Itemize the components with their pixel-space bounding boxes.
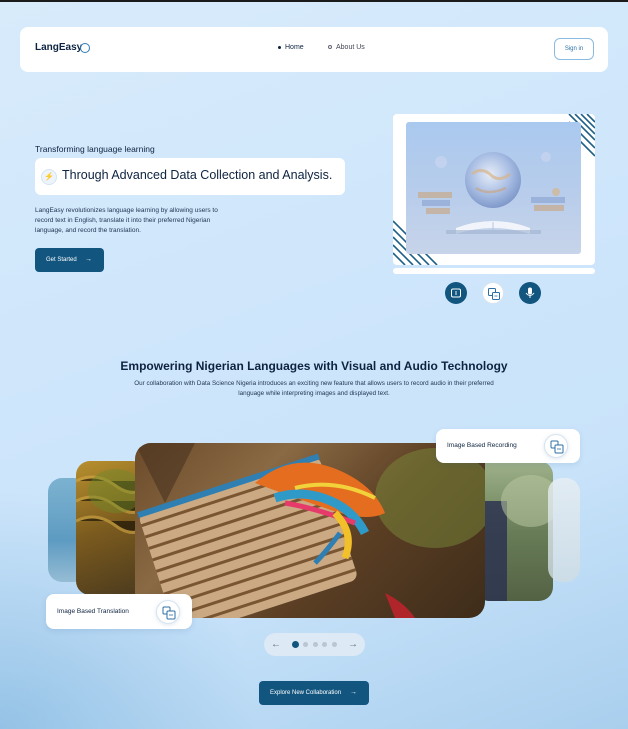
active-dot-icon	[278, 45, 281, 49]
translate-icon	[488, 288, 500, 300]
pager-dot[interactable]	[332, 642, 337, 647]
explore-collaboration-button[interactable]: Explore New Collaboration →	[259, 681, 369, 705]
explore-label: Explore New Collaboration	[270, 690, 342, 696]
arrow-right-icon: →	[350, 689, 357, 696]
brand-logo-text[interactable]: LangEasy	[35, 42, 82, 53]
get-started-label: Get Started	[46, 257, 77, 263]
pager-dot[interactable]	[313, 642, 318, 647]
microphone-button[interactable]	[519, 282, 541, 304]
nav-item-label: About Us	[336, 44, 365, 51]
pager-dot[interactable]	[322, 642, 327, 647]
chip-label: Image Based Recording	[447, 442, 517, 449]
pager-dot[interactable]	[292, 641, 299, 648]
nav-item-label: Home	[285, 44, 304, 51]
hero-progress-bar	[393, 268, 595, 274]
text-input-button[interactable]	[445, 282, 467, 304]
section-description: Our collaboration with Data Science Nige…	[134, 380, 494, 398]
translate-icon	[156, 600, 180, 624]
drum-photo	[135, 443, 485, 618]
arrow-right-icon[interactable]: →	[348, 633, 358, 656]
get-started-button[interactable]: Get Started →	[35, 248, 104, 272]
carousel-slide-far-right[interactable]	[548, 478, 580, 582]
inactive-dot-icon	[328, 45, 332, 50]
pager-dot[interactable]	[303, 642, 308, 647]
hero-eyebrow: Transforming language learning	[35, 144, 155, 154]
lightning-icon: ⚡	[41, 169, 57, 185]
hero-illustration	[406, 122, 581, 254]
navbar: LangEasy Home About Us Sign in	[20, 27, 608, 72]
image-based-recording-card[interactable]: Image Based Recording	[436, 429, 580, 463]
hero-description: LangEasy revolutionizes language learnin…	[35, 207, 218, 235]
window-top-border	[0, 0, 628, 2]
arrow-right-icon: →	[85, 256, 92, 263]
sign-in-button[interactable]: Sign in	[554, 38, 594, 60]
headline-box: ⚡ Through Advanced Data Collection and A…	[35, 158, 345, 195]
hero-headline: Through Advanced Data Collection and Ana…	[62, 168, 333, 182]
text-input-icon	[451, 288, 461, 298]
nav-item-about[interactable]: About Us	[328, 44, 365, 51]
brand-logo-icon	[80, 43, 90, 53]
section-title: Empowering Nigerian Languages with Visua…	[120, 359, 508, 373]
carousel-slide-right[interactable]	[475, 461, 553, 601]
chip-label: Image Based Translation	[57, 608, 129, 615]
arrow-left-icon[interactable]: ←	[271, 633, 281, 656]
nav-item-home[interactable]: Home	[278, 44, 304, 51]
carousel-slide-active[interactable]	[135, 443, 485, 618]
carousel-pager: ← →	[264, 633, 365, 656]
translate-icon	[544, 434, 568, 458]
hero-image-card	[393, 114, 595, 265]
image-based-translation-card[interactable]: Image Based Translation	[46, 594, 192, 629]
microphone-icon	[525, 287, 535, 298]
translate-button[interactable]	[482, 282, 504, 304]
